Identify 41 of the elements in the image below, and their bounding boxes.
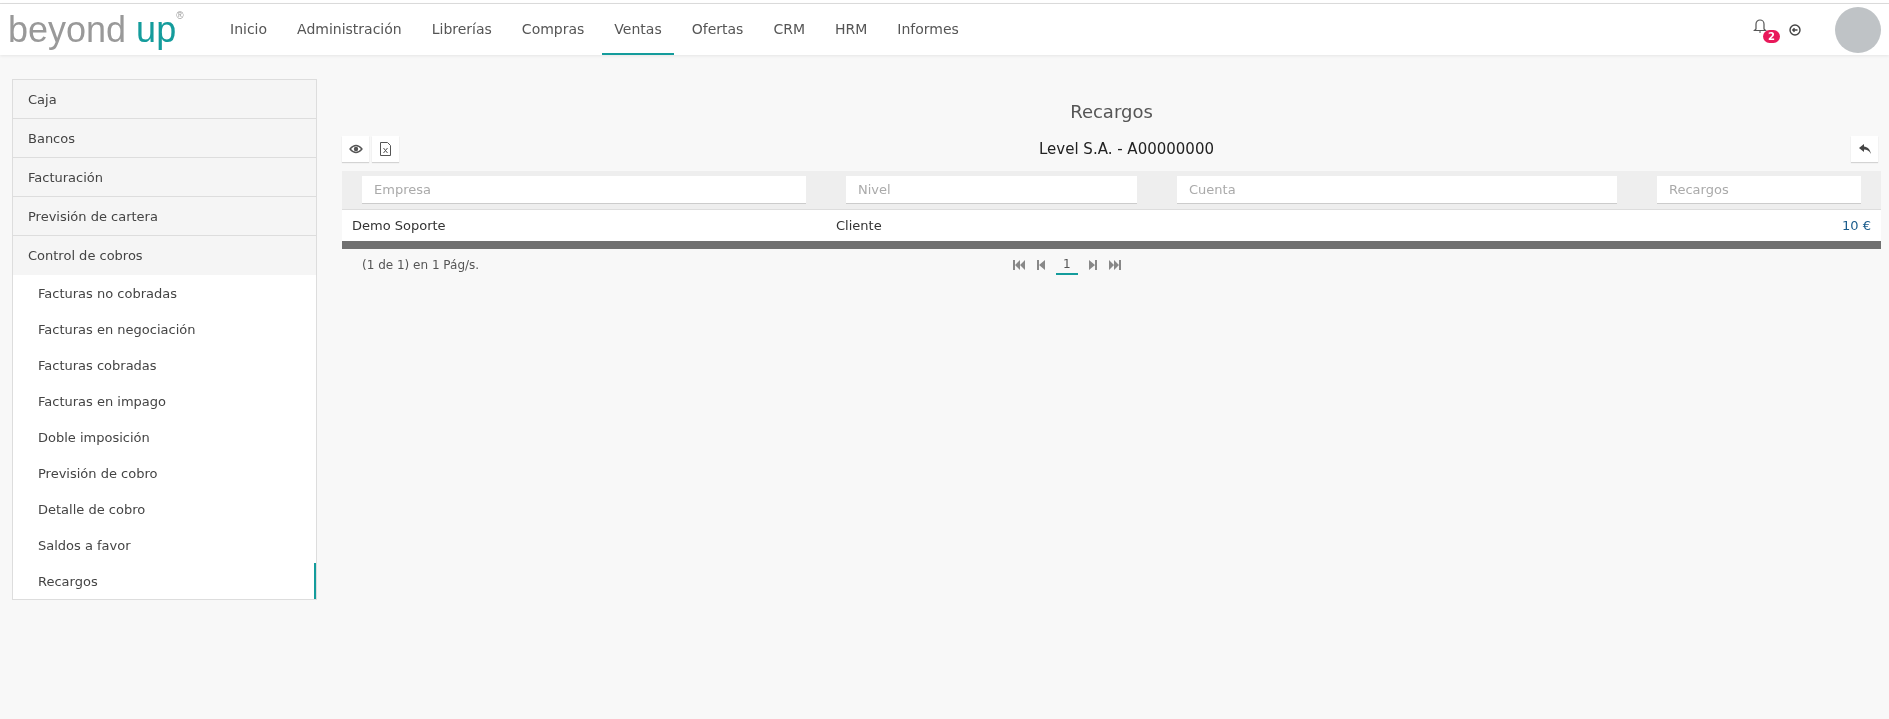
notification-badge: 2 [1763,29,1780,43]
filter-field[interactable]: Empresa [362,176,806,204]
nav-tab[interactable]: Compras [509,4,597,55]
nav-tab[interactable]: CRM [761,4,817,55]
nav-tab[interactable]: Inicio [218,4,280,55]
previous-page-icon[interactable] [1034,259,1048,271]
page-title: Recargos [1069,101,1154,122]
nav-tab[interactable]: Librerías [419,4,504,55]
logout-icon[interactable] [1789,23,1801,36]
nav-tab[interactable]: Administración [285,4,414,55]
sidebar-group[interactable]: Bancos [13,119,316,158]
eye-icon[interactable] [348,144,363,154]
page-number[interactable]: 1 [1056,255,1078,275]
sidebar-group[interactable]: Facturación [13,158,316,197]
logo-text: beyond [8,9,127,50]
spreadsheet-export-button[interactable] [372,136,399,162]
filter-field[interactable]: Recargos [1657,176,1861,204]
company-title: Level S.A. - A00000000 [1038,140,1215,158]
back-button[interactable] [1851,136,1878,162]
filter-field[interactable]: Cuenta [1177,176,1617,204]
registered-mark: ® [176,9,184,22]
sidebar-group[interactable]: Previsión de cartera [13,197,316,236]
sidebar-group[interactable]: Control de cobros [13,236,316,275]
table-cell-text: Cliente [835,218,883,233]
table-cell-text: 10 € [1841,218,1872,233]
eye-button[interactable] [342,136,369,162]
nav-tab[interactable]: Ventas [602,4,674,55]
last-page-icon[interactable] [1107,259,1122,271]
pagination-summary: (1 de 1) en 1 Pág/s. [361,258,481,272]
first-page-icon[interactable] [1012,259,1026,271]
spreadsheet-file-icon[interactable] [380,142,391,156]
nav-tab[interactable]: HRM [823,4,880,55]
nav-tab[interactable]: Informes [885,4,971,55]
logo-accent-text: up [136,9,177,50]
horizontal-scrollbar[interactable] [342,241,1881,249]
table-cell-text: Demo Soporte [351,218,447,233]
filter-field[interactable]: Nivel [846,176,1137,204]
back-arrow-icon[interactable] [1857,143,1872,155]
nav-tab[interactable]: Ofertas [679,4,756,55]
sidebar-group[interactable]: Caja [13,80,316,119]
bell-icon[interactable] [1753,17,1767,34]
